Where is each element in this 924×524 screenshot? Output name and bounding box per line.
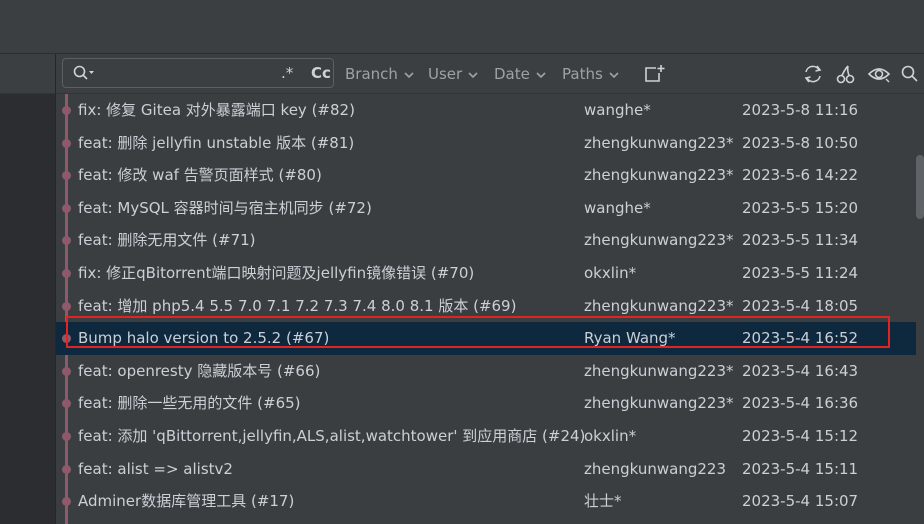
commit-node [62, 497, 71, 507]
commit-date: 2023-5-4 16:52 [742, 329, 859, 348]
commit-node [62, 431, 71, 441]
commit-author: zhengkunwang223* [584, 394, 734, 413]
commit-node [62, 268, 71, 278]
commit-date: 2023-5-5 11:24 [742, 263, 859, 282]
commit-date: 2023-5-4 16:36 [742, 394, 859, 413]
paths-filter[interactable]: Paths [562, 65, 619, 83]
commit-author: Ryan Wang* [584, 329, 676, 348]
commit-node [62, 366, 71, 376]
commit-message: fix: 修正qBitorrent端口映射问题及jellyfin镜像错误 (#7… [78, 263, 475, 282]
commit-node [62, 399, 71, 409]
commit-date: 2023-5-4 15:12 [742, 426, 859, 445]
chevron-down-icon [536, 72, 546, 79]
chevron-down-icon [468, 72, 478, 79]
commit-date: 2023-5-8 11:16 [742, 101, 859, 119]
commit-row[interactable]: Adminer数据库管理工具 (#17) 壮士* 2023-5-4 15:07 [56, 485, 916, 518]
commit-author: wanghe* [584, 198, 651, 217]
commit-message: feat: 删除无用文件 (#71) [78, 231, 256, 250]
date-filter-label: Date [494, 65, 530, 83]
search-input[interactable]: .* Cc [62, 58, 334, 88]
user-filter[interactable]: User [428, 65, 478, 83]
commit-date: 2023-5-5 15:20 [742, 198, 859, 217]
commit-row[interactable]: feat: 增加 php5.4 5.5 7.0 7.1 7.2 7.3 7.4 … [56, 290, 916, 323]
new-tab-icon[interactable] [644, 64, 666, 88]
commit-message: feat: 删除一些无用的文件 (#65) [78, 394, 301, 413]
commit-author: okxlin* [584, 263, 637, 282]
commit-author: zhengkunwang223* [584, 166, 734, 185]
commit-node [62, 138, 71, 148]
commit-author: zhengkunwang223 [584, 459, 726, 478]
commit-date: 2023-5-4 15:11 [742, 459, 859, 478]
cherry-pick-icon[interactable] [836, 64, 856, 88]
commit-node [62, 236, 71, 246]
commit-author: zhengkunwang223* [584, 133, 734, 152]
date-filter[interactable]: Date [494, 65, 546, 83]
commit-message: feat: 删除 jellyfin unstable 版本 (#81) [78, 133, 355, 152]
commit-row[interactable]: fix: 修正qBitorrent端口映射问题及jellyfin镜像错误 (#7… [56, 257, 916, 290]
search-icon[interactable] [901, 64, 919, 88]
user-filter-label: User [428, 65, 463, 83]
scrollbar-thumb[interactable] [916, 155, 924, 219]
paths-filter-label: Paths [562, 65, 603, 83]
commit-row[interactable]: feat: 删除 jellyfin unstable 版本 (#81) zheng… [56, 127, 916, 160]
commit-message: Adminer数据库管理工具 (#17) [78, 492, 295, 511]
commit-author: wanghe* [584, 101, 651, 119]
eye-icon[interactable] [867, 64, 891, 88]
commit-node [62, 334, 71, 344]
commit-author: zhengkunwang223* [584, 296, 734, 315]
commit-row[interactable]: feat: 修改 waf 告警页面样式 (#80) zhengkunwang223… [56, 159, 916, 192]
commit-row[interactable]: Bump halo version to 2.5.2 (#67) Ryan Wan… [56, 322, 916, 355]
commit-node [62, 464, 71, 474]
commit-row[interactable]: feat: 删除无用文件 (#71) zhengkunwang223* 2023-5… [56, 224, 916, 257]
commit-row[interactable]: feat: 删除一些无用的文件 (#65) zhengkunwang223* 202… [56, 387, 916, 420]
commit-row[interactable]: fix: 修复 Gitea 对外暴露端口 key (#82) wanghe* 202… [56, 94, 916, 127]
commit-message: feat: 增加 php5.4 5.5 7.0 7.1 7.2 7.3 7.4 … [78, 296, 517, 315]
top-panel [0, 0, 924, 54]
left-panel [0, 54, 55, 524]
commit-date: 2023-5-4 15:07 [742, 492, 859, 511]
commit-date: 2023-5-6 14:22 [742, 166, 859, 185]
commit-date: 2023-5-4 18:05 [742, 296, 859, 315]
log-toolbar: .* Cc Branch User Date Paths [56, 54, 924, 94]
commit-list: fix: 修复 Gitea 对外暴露端口 key (#82) wanghe* 202… [56, 94, 916, 524]
commit-message: feat: 添加 'qBittorrent,jellyfin,ALS,alist… [78, 426, 586, 445]
commit-node [62, 203, 71, 213]
refresh-icon[interactable] [802, 64, 824, 88]
commit-row[interactable]: feat: alist => alistv2 zhengkunwang223 202… [56, 453, 916, 486]
commit-message: feat: 修改 waf 告警页面样式 (#80) [78, 166, 322, 185]
commit-node [62, 301, 71, 311]
commit-node [62, 106, 71, 115]
commit-author: zhengkunwang223* [584, 361, 734, 380]
commit-message: Bump halo version to 2.5.2 (#67) [78, 329, 330, 348]
commit-date: 2023-5-8 10:50 [742, 133, 859, 152]
commit-date: 2023-5-4 16:43 [742, 361, 859, 380]
commit-date: 2023-5-5 11:34 [742, 231, 859, 250]
commit-node [62, 171, 71, 181]
branch-filter[interactable]: Branch [345, 65, 414, 83]
commit-message: feat: openresty 隐藏版本号 (#66) [78, 361, 321, 380]
commit-row[interactable]: feat: 添加 'qBittorrent,jellyfin,ALS,alist… [56, 420, 916, 453]
branch-filter-label: Branch [345, 65, 398, 83]
regex-toggle[interactable]: .* [281, 64, 293, 82]
commit-message: feat: alist => alistv2 [78, 459, 233, 478]
commit-author: zhengkunwang223* [584, 231, 734, 250]
commit-message: fix: 修复 Gitea 对外暴露端口 key (#82) [78, 101, 355, 119]
commit-row[interactable]: feat: MySQL 容器时间与宿主机同步 (#72) wanghe* 2023-… [56, 192, 916, 225]
search-icon[interactable] [73, 65, 95, 85]
commit-message: feat: MySQL 容器时间与宿主机同步 (#72) [78, 198, 372, 217]
chevron-down-icon [404, 72, 414, 79]
match-case-toggle[interactable]: Cc [311, 64, 331, 82]
commit-author: 壮士* [584, 492, 622, 511]
commit-row[interactable]: feat: openresty 隐藏版本号 (#66) zhengkunwang2… [56, 355, 916, 388]
commit-author: okxlin* [584, 426, 637, 445]
chevron-down-icon [609, 72, 619, 79]
